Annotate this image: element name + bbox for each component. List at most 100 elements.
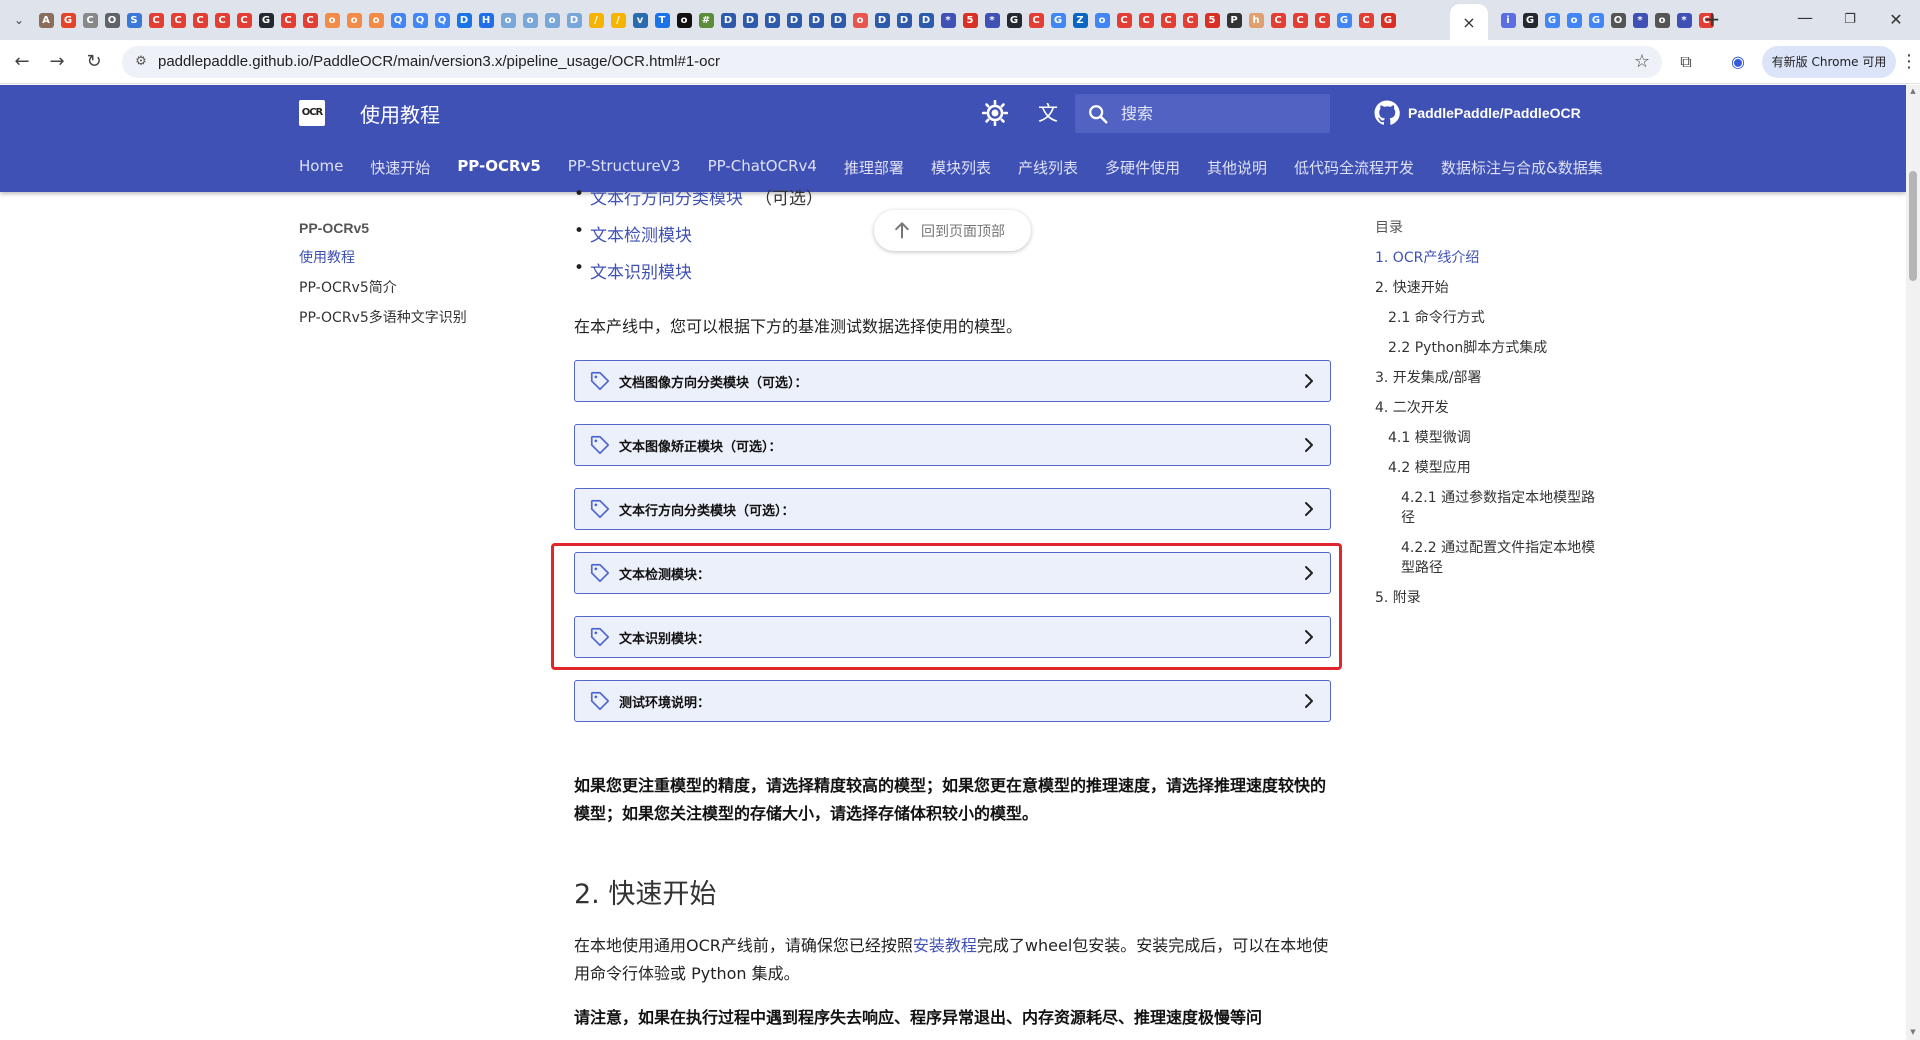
url-text[interactable]: paddlepaddle.github.io/PaddleOCR/main/ve… bbox=[158, 53, 720, 70]
tab-favicon[interactable]: S bbox=[124, 10, 144, 30]
nav-tab[interactable]: 数据标注与合成&数据集 bbox=[1441, 157, 1603, 181]
close-window-button[interactable]: ✕ bbox=[1884, 8, 1908, 32]
tab-favicon[interactable]: G bbox=[1004, 10, 1024, 30]
scroll-up-arrow-icon[interactable]: ▲ bbox=[1909, 87, 1917, 95]
tab-favicon[interactable]: G bbox=[1520, 10, 1540, 30]
tab-favicon[interactable]: o bbox=[520, 10, 540, 30]
tab-favicon[interactable]: * bbox=[982, 10, 1002, 30]
search-input[interactable] bbox=[1121, 94, 1321, 133]
nav-tab[interactable]: PP-ChatOCRv4 bbox=[708, 157, 817, 181]
tab-favicon[interactable]: G bbox=[1048, 10, 1068, 30]
nav-tab[interactable]: 其他说明 bbox=[1207, 157, 1267, 181]
bullet-link[interactable]: 文本识别模块 bbox=[590, 263, 692, 283]
site-logo[interactable]: OCR bbox=[299, 100, 325, 126]
bullet-link[interactable]: 文本检测模块 bbox=[590, 226, 692, 246]
tab-favicon[interactable]: D bbox=[718, 10, 738, 30]
toc-item[interactable]: 2. 快速开始 bbox=[1375, 278, 1600, 308]
tab-favicon[interactable]: 5 bbox=[1202, 10, 1222, 30]
tab-favicon[interactable]: o bbox=[542, 10, 562, 30]
forward-arrow-icon[interactable]: → bbox=[45, 50, 69, 74]
tab-favicon[interactable]: D bbox=[806, 10, 826, 30]
chrome-update-button[interactable]: 有新版 Chrome 可用 bbox=[1762, 46, 1896, 78]
nav-tab[interactable]: 多硬件使用 bbox=[1105, 157, 1180, 181]
tab-favicon[interactable]: D bbox=[828, 10, 848, 30]
reload-icon[interactable]: ↻ bbox=[82, 50, 106, 74]
tab-favicon[interactable]: # bbox=[696, 10, 716, 30]
tab-favicon[interactable]: G bbox=[256, 10, 276, 30]
new-tab-button[interactable]: + bbox=[1700, 8, 1724, 32]
list-item[interactable]: 文本检测模块 bbox=[574, 221, 692, 246]
tab-favicon[interactable]: O bbox=[1608, 10, 1628, 30]
profile-avatar-icon[interactable]: ◉ bbox=[1726, 50, 1750, 74]
tab-favicon[interactable]: Q bbox=[388, 10, 408, 30]
nav-tab[interactable]: 快速开始 bbox=[370, 157, 430, 181]
tab-favicon[interactable]: o bbox=[850, 10, 870, 30]
tab-favicon[interactable]: D bbox=[740, 10, 760, 30]
tab-favicon[interactable]: C bbox=[1158, 10, 1178, 30]
tab-favicon[interactable]: Q bbox=[410, 10, 430, 30]
list-item[interactable]: 文本行方向分类模块 （可选） bbox=[574, 184, 823, 209]
tab-favicon[interactable]: o bbox=[322, 10, 342, 30]
toc-item[interactable]: 2.1 命令行方式 bbox=[1375, 308, 1600, 338]
tab-favicon[interactable]: * bbox=[938, 10, 958, 30]
tab-favicon[interactable]: D bbox=[894, 10, 914, 30]
collapsible-detail[interactable]: 文本检测模块： bbox=[574, 552, 1331, 594]
tab-favicon[interactable]: o bbox=[1092, 10, 1112, 30]
toc-item[interactable]: 4. 二次开发 bbox=[1375, 398, 1600, 428]
bookmark-star-icon[interactable]: ☆ bbox=[1634, 51, 1650, 72]
tab-favicon[interactable]: O bbox=[102, 10, 122, 30]
list-item[interactable]: 文本识别模块 bbox=[574, 258, 692, 283]
tab-favicon[interactable]: G bbox=[1586, 10, 1606, 30]
collapsible-detail[interactable]: 测试环境说明： bbox=[574, 680, 1331, 722]
tab-favicon[interactable]: o bbox=[366, 10, 386, 30]
tab-favicon[interactable]: / bbox=[608, 10, 628, 30]
address-bar[interactable]: ⚙ paddlepaddle.github.io/PaddleOCR/main/… bbox=[122, 46, 1662, 78]
active-tab[interactable]: × bbox=[1450, 4, 1488, 40]
toc-item[interactable]: 2.2 Python脚本方式集成 bbox=[1375, 338, 1600, 368]
toc-item[interactable]: 4.2.2 通过配置文件指定本地模型路径 bbox=[1375, 538, 1600, 588]
github-repo-link[interactable]: PaddlePaddle/PaddleOCR bbox=[1374, 98, 1581, 128]
tab-favicon[interactable]: C bbox=[1356, 10, 1376, 30]
tab-favicon[interactable]: C bbox=[168, 10, 188, 30]
nav-tab[interactable]: 推理部署 bbox=[844, 157, 904, 181]
toc-item[interactable]: 4.2 模型应用 bbox=[1375, 458, 1600, 488]
collapsible-detail[interactable]: 文本识别模块： bbox=[574, 616, 1331, 658]
page-scrollbar[interactable]: ▲ ▼ bbox=[1906, 85, 1920, 1040]
collapsible-detail[interactable]: 文档图像方向分类模块（可选）： bbox=[574, 360, 1331, 402]
tab-favicon[interactable]: H bbox=[476, 10, 496, 30]
tab-close-icon[interactable]: × bbox=[1462, 13, 1475, 32]
tab-favicon[interactable]: D bbox=[454, 10, 474, 30]
tab-favicon[interactable]: C bbox=[1026, 10, 1046, 30]
tab-favicon[interactable]: i bbox=[1498, 10, 1518, 30]
extensions-puzzle-icon[interactable]: ⧉ bbox=[1674, 50, 1698, 74]
nav-tab[interactable]: 产线列表 bbox=[1018, 157, 1078, 181]
tab-search-chevron-icon[interactable]: ⌄ bbox=[8, 9, 30, 31]
tab-favicon[interactable]: A bbox=[36, 10, 56, 30]
toc-item[interactable]: 5. 附录 bbox=[1375, 588, 1600, 618]
tab-favicon[interactable]: C bbox=[1290, 10, 1310, 30]
tab-favicon[interactable]: C bbox=[300, 10, 320, 30]
tab-favicon[interactable]: o bbox=[674, 10, 694, 30]
scroll-down-arrow-icon[interactable]: ▼ bbox=[1909, 1028, 1917, 1036]
tab-favicon[interactable]: o bbox=[498, 10, 518, 30]
language-translate-icon[interactable]: 文 bbox=[1034, 99, 1062, 127]
tab-favicon[interactable]: C bbox=[212, 10, 232, 30]
tab-favicon[interactable]: Q bbox=[432, 10, 452, 30]
tab-favicon[interactable]: C bbox=[1180, 10, 1200, 30]
tab-favicon[interactable]: v bbox=[630, 10, 650, 30]
theme-toggle-icon[interactable] bbox=[982, 100, 1008, 126]
restore-window-button[interactable]: ❐ bbox=[1838, 8, 1862, 32]
site-info-icon[interactable]: ⚙ bbox=[132, 53, 150, 71]
tab-favicon[interactable]: D bbox=[564, 10, 584, 30]
tab-favicon[interactable]: C bbox=[234, 10, 254, 30]
minimize-window-button[interactable]: — bbox=[1793, 8, 1817, 32]
tab-favicon[interactable]: C bbox=[1114, 10, 1134, 30]
tab-favicon[interactable]: C bbox=[190, 10, 210, 30]
tab-favicon[interactable]: G bbox=[1542, 10, 1562, 30]
tab-favicon[interactable]: G bbox=[58, 10, 78, 30]
tab-favicon[interactable]: C bbox=[80, 10, 100, 30]
tab-favicon[interactable]: G bbox=[1334, 10, 1354, 30]
collapsible-detail[interactable]: 文本图像矫正模块（可选）： bbox=[574, 424, 1331, 466]
tab-favicon[interactable]: o bbox=[1564, 10, 1584, 30]
tab-favicon[interactable]: G bbox=[1378, 10, 1398, 30]
